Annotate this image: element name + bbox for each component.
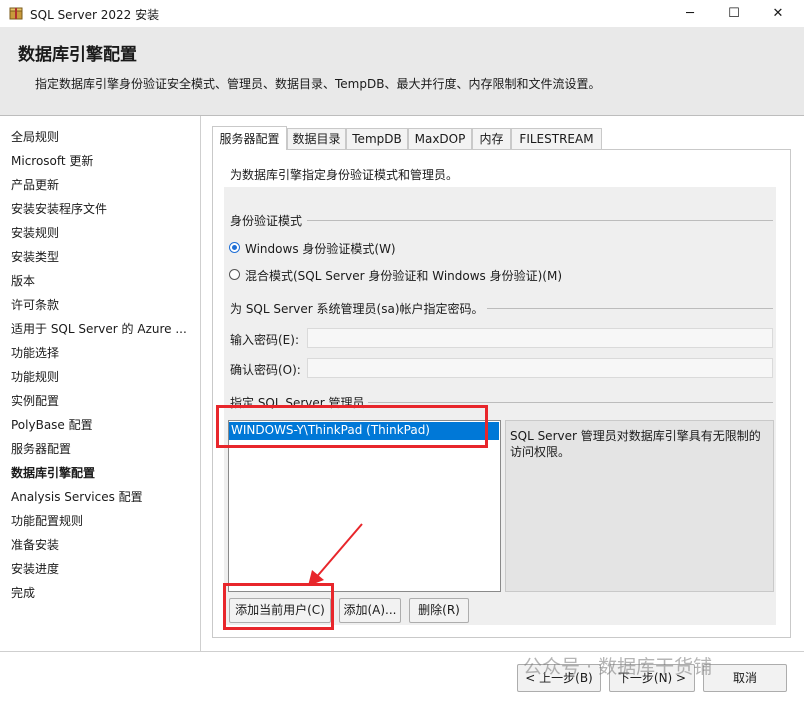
cancel-button[interactable]: 取消 — [703, 664, 787, 692]
setup-steps-sidebar: 全局规则 Microsoft 更新 产品更新 安装安装程序文件 安装规则 安装类… — [0, 116, 201, 651]
page-header: 数据库引擎配置 指定数据库引擎身份验证安全模式、管理员、数据目录、TempDB、… — [0, 27, 804, 116]
step-database-engine-configuration[interactable]: 数据库引擎配置 — [11, 464, 95, 481]
step-feature-configuration-rules[interactable]: 功能配置规则 — [11, 512, 83, 529]
step-install-rules[interactable]: 安装规则 — [11, 224, 59, 241]
highlight-box-admin — [216, 405, 488, 448]
step-license-terms[interactable]: 许可条款 — [11, 296, 59, 313]
highlight-box-add-current-user — [223, 583, 334, 630]
page-title: 数据库引擎配置 — [18, 45, 137, 65]
step-feature-selection[interactable]: 功能选择 — [11, 344, 59, 361]
step-ready-to-install[interactable]: 准备安装 — [11, 536, 59, 553]
title-bar: SQL Server 2022 安装 ─ ☐ ✕ — [0, 0, 804, 27]
sa-password-group-label: 为 SQL Server 系统管理员(sa)帐户指定密码。 — [230, 302, 484, 316]
close-button[interactable]: ✕ — [756, 0, 800, 27]
panel-description: 为数据库引擎指定身份验证模式和管理员。 — [230, 168, 459, 182]
mixed-mode-label[interactable]: 混合模式(SQL Server 身份验证和 Windows 身份验证)(M) — [245, 267, 562, 284]
step-global-rules[interactable]: 全局规则 — [11, 128, 59, 145]
group-divider — [307, 220, 773, 221]
step-installation-progress[interactable]: 安装进度 — [11, 560, 59, 577]
remove-button[interactable]: 删除(R) — [409, 598, 469, 623]
step-microsoft-update[interactable]: Microsoft 更新 — [11, 152, 93, 169]
step-install-type[interactable]: 安装类型 — [11, 248, 59, 265]
step-edition[interactable]: 版本 — [11, 272, 35, 289]
window-title: SQL Server 2022 安装 — [30, 8, 160, 22]
administrators-info-text: SQL Server 管理员对数据库引擎具有无限制的访问权限。 — [510, 429, 761, 459]
step-server-configuration[interactable]: 服务器配置 — [11, 440, 71, 457]
annotation-arrow-icon — [308, 523, 363, 586]
step-complete[interactable]: 完成 — [11, 584, 35, 601]
tab-tempdb[interactable]: TempDB — [346, 128, 408, 149]
step-instance-configuration[interactable]: 实例配置 — [11, 392, 59, 409]
auth-mode-group-label: 身份验证模式 — [230, 214, 303, 228]
group-divider — [487, 308, 773, 309]
minimize-button[interactable]: ─ — [668, 0, 712, 27]
step-azure-extension[interactable]: 适用于 SQL Server 的 Azure ... — [11, 320, 187, 337]
password-label: 输入密码(E): — [230, 333, 299, 347]
step-analysis-services-configuration[interactable]: Analysis Services 配置 — [11, 488, 143, 505]
tab-data-directories[interactable]: 数据目录 — [287, 128, 346, 149]
tab-maxdop[interactable]: MaxDOP — [408, 128, 472, 149]
group-divider — [368, 402, 773, 403]
step-install-setup-files[interactable]: 安装安装程序文件 — [11, 200, 107, 217]
watermark-text: 公众号 · 数据库干货铺 — [523, 656, 713, 678]
step-feature-rules[interactable]: 功能规则 — [11, 368, 59, 385]
step-polybase-configuration[interactable]: PolyBase 配置 — [11, 416, 93, 433]
password-input[interactable] — [307, 328, 773, 348]
page-subtitle: 指定数据库引擎身份验证安全模式、管理员、数据目录、TempDB、最大并行度、内存… — [35, 77, 601, 91]
confirm-password-input[interactable] — [307, 358, 773, 378]
sql-server-setup-icon — [9, 7, 23, 20]
tab-server-configuration[interactable]: 服务器配置 — [212, 126, 287, 150]
confirm-password-label: 确认密码(O): — [230, 363, 301, 377]
mixed-mode-radio[interactable] — [229, 269, 240, 280]
maximize-button[interactable]: ☐ — [712, 0, 756, 27]
administrators-info-box: SQL Server 管理员对数据库引擎具有无限制的访问权限。 — [505, 420, 774, 592]
tab-memory[interactable]: 内存 — [472, 128, 511, 149]
windows-auth-label[interactable]: Windows 身份验证模式(W) — [245, 240, 396, 257]
windows-auth-radio[interactable] — [229, 242, 240, 253]
add-button[interactable]: 添加(A)... — [339, 598, 401, 623]
tab-filestream[interactable]: FILESTREAM — [511, 128, 602, 149]
step-product-updates[interactable]: 产品更新 — [11, 176, 59, 193]
